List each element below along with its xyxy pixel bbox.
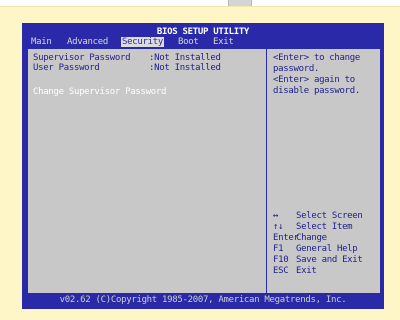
menu-boot[interactable]: Boot (177, 37, 199, 47)
menu-bar: Main Advanced Security Boot Exit (22, 37, 384, 47)
legend-key: F10 (273, 255, 289, 265)
legend-key: Enter (273, 233, 299, 243)
bios-title: BIOS SETUP UTILITY (156, 27, 250, 37)
legend-desc: Select Screen (296, 211, 363, 221)
user-password-status: :Not Installed (149, 63, 221, 73)
help-line: <Enter> to change (273, 53, 361, 63)
legend-desc: General Help (296, 244, 358, 254)
menu-exit[interactable]: Exit (212, 37, 234, 47)
key-legend: ↔ Select Screen ↑↓ Select Item EnterChange… (273, 211, 377, 277)
legend-row: ↑↓ Select Item (273, 222, 377, 233)
legend-desc: Save and Exit (296, 255, 363, 265)
legend-row: EnterChange (273, 233, 377, 244)
supervisor-password-label: Supervisor Password (33, 53, 131, 63)
up-down-arrow-icon: ↑↓ (273, 222, 284, 232)
legend-row: ESC Exit (273, 266, 377, 277)
left-right-arrow-icon: ↔ (273, 211, 279, 221)
legend-row: F1 General Help (273, 244, 377, 255)
legend-key: F1 (273, 244, 284, 254)
help-line: disable password. (273, 86, 361, 96)
help-text: <Enter> to change password. <Enter> agai… (273, 53, 377, 97)
change-supervisor-password-option[interactable]: Change Supervisor Password (33, 87, 166, 97)
help-line: password. (273, 64, 320, 74)
legend-desc: Exit (296, 266, 317, 276)
menu-advanced[interactable]: Advanced (66, 37, 109, 47)
legend-row: ↔ Select Screen (273, 211, 377, 222)
copyright-footer: v02.62 (C)Copyright 1985-2007, American … (59, 295, 347, 305)
supervisor-password-row: Supervisor Password :Not Installed (33, 53, 221, 63)
legend-row: F10 Save and Exit (273, 255, 377, 266)
legend-desc: Change (296, 233, 327, 243)
menu-main[interactable]: Main (30, 37, 52, 47)
panel-divider (266, 49, 267, 293)
bios-screen: BIOS SETUP UTILITY Main Advanced Securit… (22, 23, 384, 309)
user-password-row: User Password :Not Installed (33, 63, 221, 73)
screenshot-frame: BIOS SETUP UTILITY Main Advanced Securit… (0, 6, 400, 320)
legend-desc: Select Item (296, 222, 353, 232)
user-password-label: User Password (33, 63, 100, 73)
supervisor-password-status: :Not Installed (149, 53, 221, 63)
legend-key: ESC (273, 266, 289, 276)
menu-security[interactable]: Security (121, 37, 164, 47)
settings-panel: Supervisor Password :Not Installed User P… (28, 49, 380, 293)
help-line: <Enter> again to (273, 75, 355, 85)
